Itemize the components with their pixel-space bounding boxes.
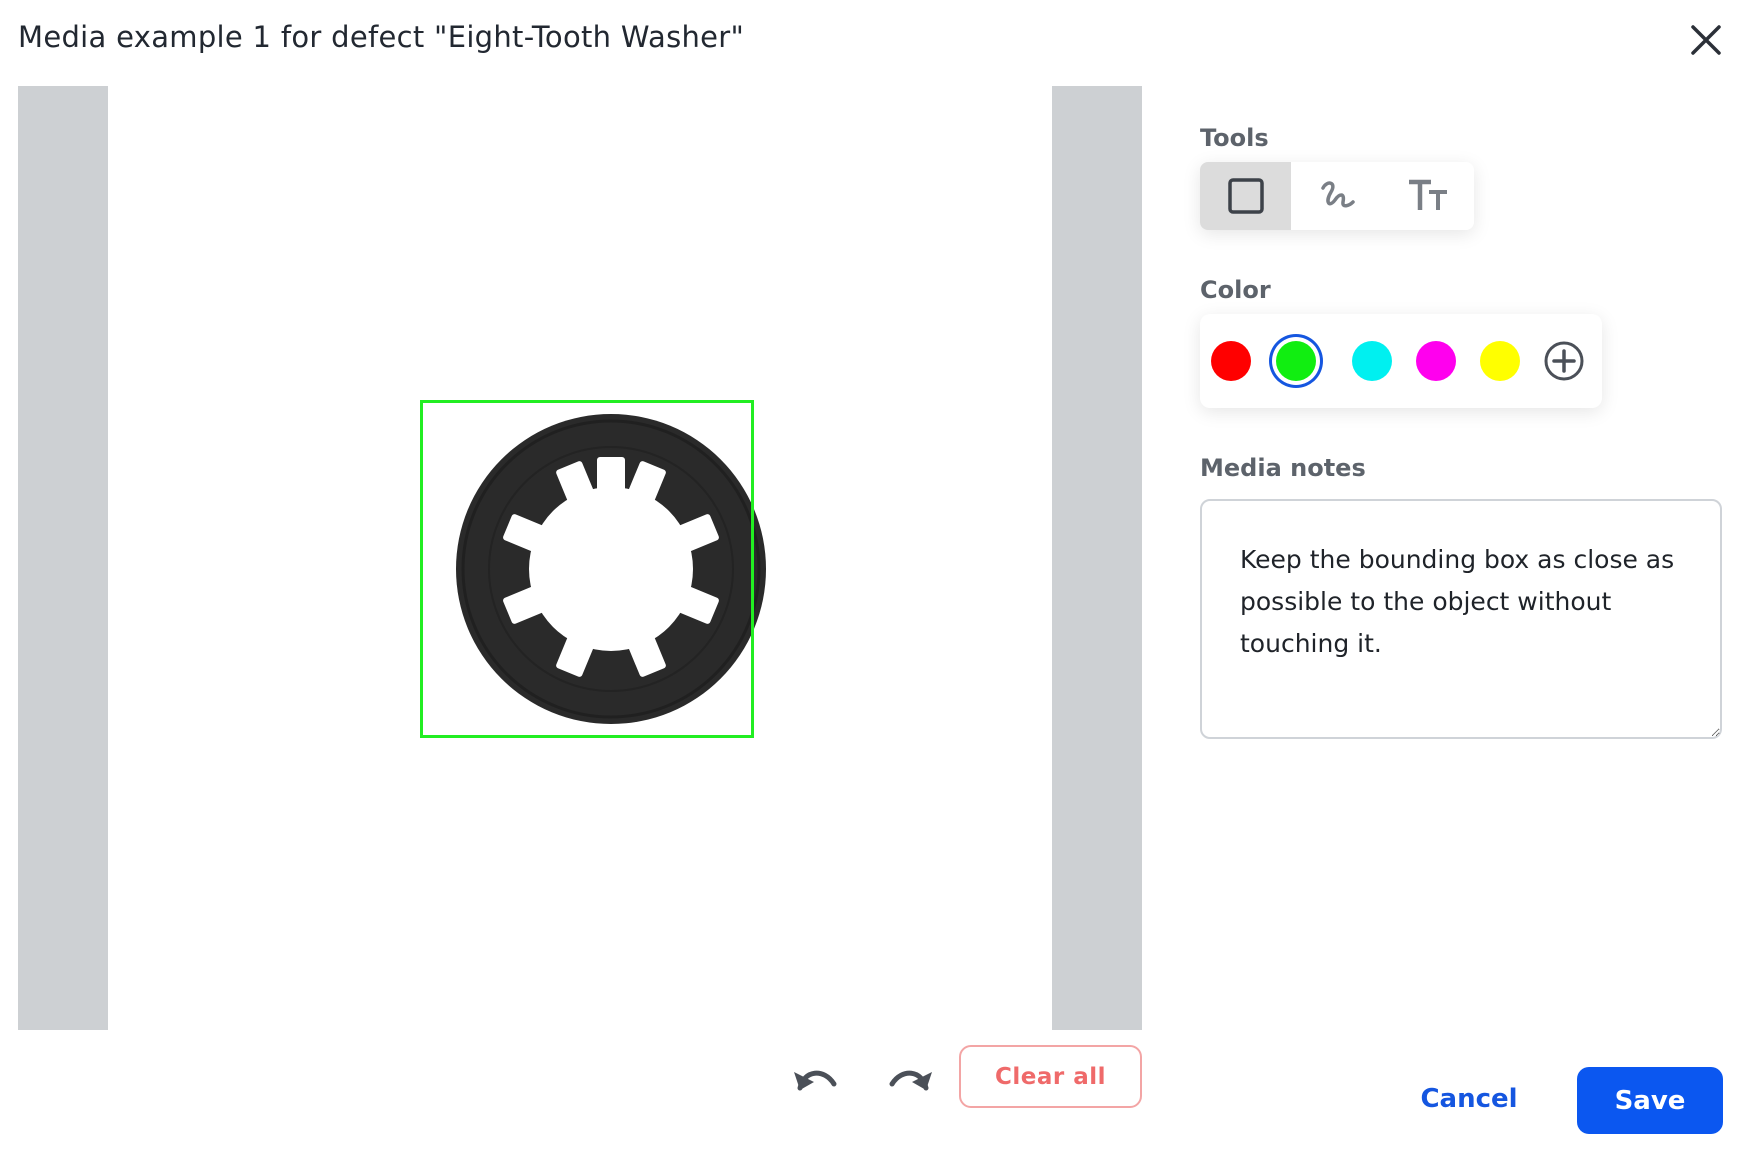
tool-text[interactable] — [1382, 162, 1473, 230]
redo-icon — [889, 1070, 932, 1091]
canvas-padding-right — [1052, 86, 1142, 1030]
bounding-box-annotation[interactable] — [420, 400, 754, 738]
square-icon — [1227, 178, 1264, 214]
close-icon — [1691, 25, 1721, 55]
tool-rectangle[interactable] — [1200, 162, 1291, 230]
text-size-icon — [1408, 179, 1447, 210]
media-notes-textarea[interactable]: Keep the bounding box as close as possib… — [1200, 499, 1722, 739]
tool-freehand[interactable] — [1291, 162, 1382, 230]
color-palette — [1200, 314, 1602, 408]
canvas-padding-left — [18, 86, 108, 1030]
color-swatch-red[interactable] — [1211, 341, 1251, 381]
color-swatch-magenta[interactable] — [1416, 341, 1456, 381]
annotation-canvas[interactable] — [18, 86, 1142, 1030]
cancel-button[interactable]: Cancel — [1404, 1068, 1534, 1130]
freehand-icon — [1320, 181, 1355, 208]
close-button[interactable] — [1688, 22, 1724, 58]
media-notes-label: Media notes — [1200, 454, 1366, 482]
dialog-title: Media example 1 for defect "Eight-Tooth … — [18, 20, 745, 54]
color-swatch-green[interactable] — [1276, 341, 1316, 381]
color-swatch-cyan[interactable] — [1352, 341, 1392, 381]
color-swatch-yellow[interactable] — [1480, 341, 1520, 381]
add-color-button[interactable] — [1543, 340, 1585, 382]
media-annotation-dialog: Media example 1 for defect "Eight-Tooth … — [0, 0, 1745, 1159]
plus-circle-icon — [1544, 341, 1584, 381]
color-label: Color — [1200, 276, 1271, 304]
redo-button[interactable] — [886, 1058, 936, 1098]
tools-label: Tools — [1200, 124, 1269, 152]
undo-button[interactable] — [790, 1058, 840, 1098]
clear-all-button[interactable]: Clear all — [959, 1045, 1142, 1108]
save-button[interactable]: Save — [1577, 1067, 1723, 1134]
undo-icon — [794, 1070, 837, 1091]
tools-toolbar — [1200, 162, 1474, 230]
